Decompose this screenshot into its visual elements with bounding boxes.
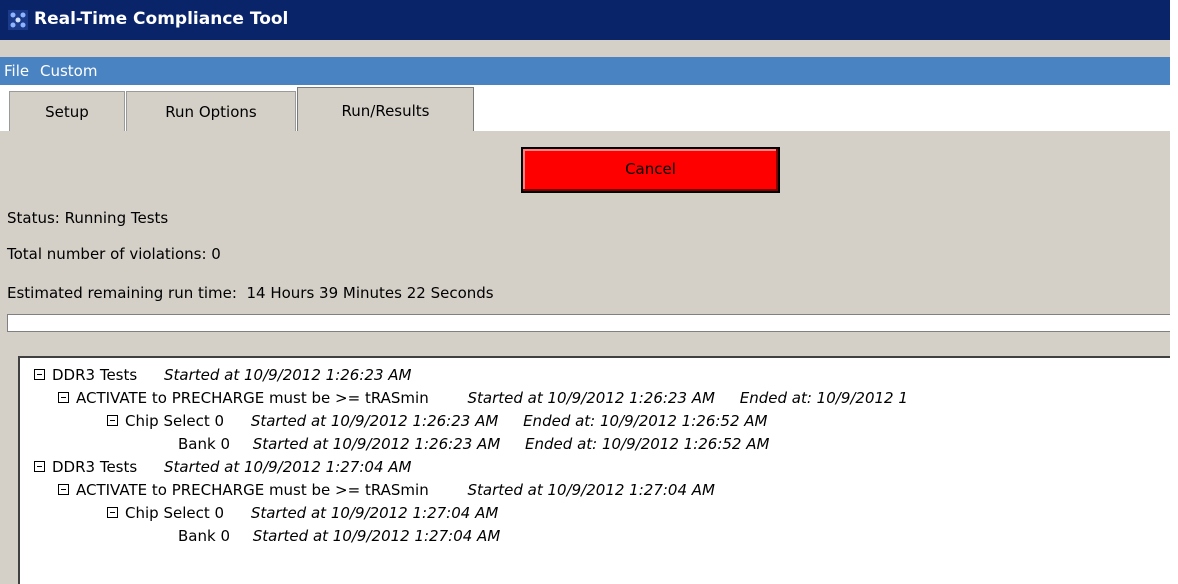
tree-node-end: Ended at: 10/9/2012 1	[739, 389, 908, 407]
app-window: Real-Time Compliance Tool File Custom Se…	[0, 0, 1170, 584]
tree-node-start: Started at 10/9/2012 1:27:04 AM	[163, 458, 412, 476]
tree-node-label: Bank 0	[178, 527, 230, 545]
tree-node[interactable]: ACTIVATE to PRECHARGE must be >= tRASmin…	[58, 387, 908, 409]
tree-node-label: DDR3 Tests	[52, 366, 138, 384]
progress-bar	[7, 314, 1170, 332]
minus-icon[interactable]	[107, 507, 118, 518]
status-text: Status: Running Tests	[7, 209, 169, 227]
results-tree[interactable]: DDR3 Tests Started at 10/9/2012 1:26:23 …	[18, 356, 1170, 584]
menu-bar: File Custom	[0, 57, 1170, 85]
tree-node-label: Bank 0	[178, 435, 230, 453]
title-bar[interactable]: Real-Time Compliance Tool	[0, 0, 1170, 40]
violations-count: Total number of violations: 0	[7, 245, 221, 263]
tree-node-start: Started at 10/9/2012 1:26:23 AM	[163, 366, 412, 384]
tree-node-label: ACTIVATE to PRECHARGE must be >= tRASmin	[76, 481, 429, 499]
window-title: Real-Time Compliance Tool	[34, 9, 289, 29]
tree-node[interactable]: Chip Select 0 Started at 10/9/2012 1:26:…	[107, 410, 767, 432]
menu-separator	[0, 40, 1170, 57]
tree-node[interactable]: Bank 0 Started at 10/9/2012 1:26:23 AM E…	[178, 433, 769, 455]
tree-node-label: Chip Select 0	[125, 412, 225, 430]
tab-run-options[interactable]: Run Options	[126, 91, 296, 131]
tree-node[interactable]: Bank 0 Started at 10/9/2012 1:27:04 AM	[178, 525, 500, 547]
tree-node-start: Started at 10/9/2012 1:26:23 AM	[467, 389, 715, 407]
tree-node-start: Started at 10/9/2012 1:27:04 AM	[252, 527, 501, 545]
remaining-run-time: Estimated remaining run time: 14 Hours 3…	[7, 284, 494, 302]
tree-node-label: DDR3 Tests	[52, 458, 138, 476]
tree-node-start: Started at 10/9/2012 1:27:04 AM	[250, 504, 499, 522]
minus-icon[interactable]	[34, 369, 45, 380]
tree-node[interactable]: DDR3 Tests Started at 10/9/2012 1:27:04 …	[34, 456, 411, 478]
minus-icon[interactable]	[107, 415, 118, 426]
tree-node-start: Started at 10/9/2012 1:26:23 AM	[250, 412, 499, 430]
tree-node-label: ACTIVATE to PRECHARGE must be >= tRASmin	[76, 389, 429, 407]
minus-icon[interactable]	[58, 484, 69, 495]
tab-setup[interactable]: Setup	[9, 91, 125, 131]
tab-strip: Setup Run Options Run/Results	[0, 85, 1170, 131]
menu-custom[interactable]: Custom	[40, 62, 97, 80]
tree-node-start: Started at 10/9/2012 1:27:04 AM	[467, 481, 715, 499]
tree-node-end: Ended at: 10/9/2012 1:26:52 AM	[523, 412, 768, 430]
tree-node[interactable]: DDR3 Tests Started at 10/9/2012 1:26:23 …	[34, 364, 411, 386]
tree-node-label: Chip Select 0	[125, 504, 225, 522]
minus-icon[interactable]	[34, 461, 45, 472]
tree-node-end: Ended at: 10/9/2012 1:26:52 AM	[525, 435, 770, 453]
tree-node[interactable]: ACTIVATE to PRECHARGE must be >= tRASmin…	[58, 479, 715, 501]
app-logo-icon	[8, 10, 28, 30]
menu-file[interactable]: File	[4, 62, 29, 80]
tab-run-results[interactable]: Run/Results	[297, 87, 474, 131]
cancel-button[interactable]: Cancel	[521, 147, 780, 193]
minus-icon[interactable]	[58, 392, 69, 403]
tree-node-start: Started at 10/9/2012 1:26:23 AM	[252, 435, 501, 453]
tree-node[interactable]: Chip Select 0 Started at 10/9/2012 1:27:…	[107, 502, 498, 524]
